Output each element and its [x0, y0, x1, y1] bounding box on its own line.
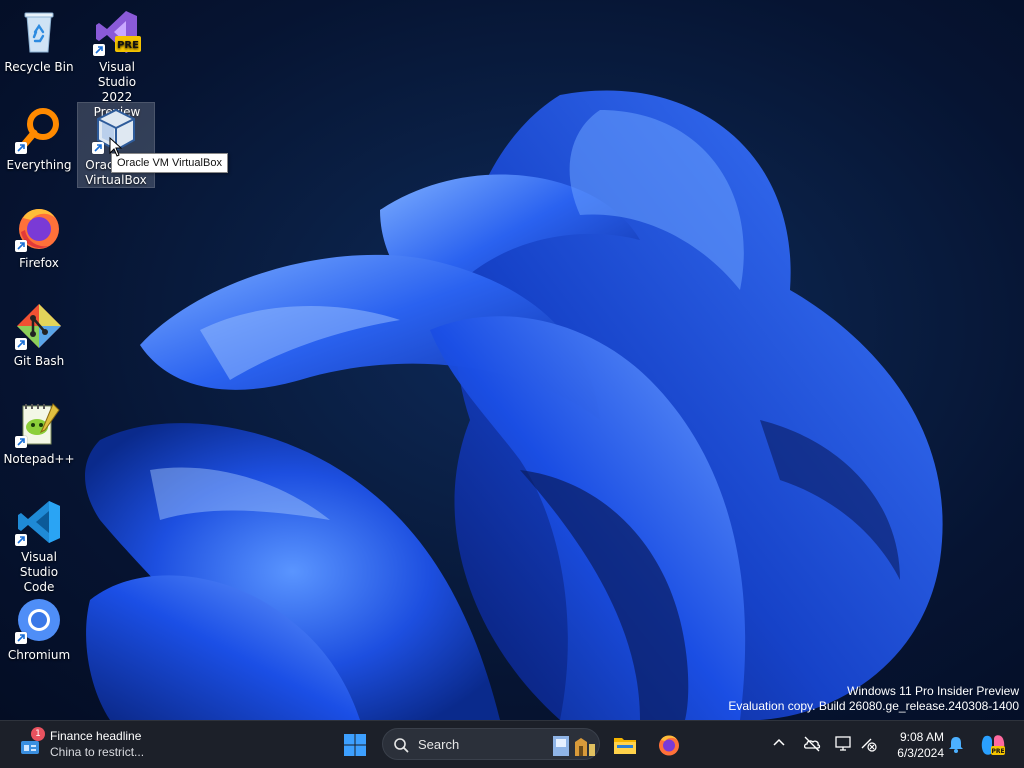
firefox-icon — [659, 735, 679, 756]
windows-watermark: Windows 11 Pro Insider Preview Evaluatio… — [728, 684, 1019, 714]
file-explorer-button[interactable] — [607, 727, 643, 763]
desktop-icon-label: Visual Studio — [97, 60, 137, 89]
tooltip: Oracle VM VirtualBox — [111, 153, 228, 173]
notification-bell-icon[interactable] — [948, 735, 964, 753]
shortcut-arrow-icon — [15, 142, 27, 154]
taskbar-search-box[interactable]: Search — [382, 728, 600, 760]
desktop-icon-label: Everything — [6, 158, 72, 172]
shortcut-arrow-icon — [15, 338, 27, 350]
desktop-icon-label-line2: Code — [23, 580, 55, 594]
desktop-icon-chromium[interactable]: Chromium — [1, 596, 77, 663]
shortcut-arrow-icon — [15, 240, 27, 252]
desktop-icon-vscode[interactable]: Visual Studio Code — [1, 498, 77, 595]
search-highlight-art-icon — [553, 736, 595, 756]
file-explorer-icon — [614, 738, 636, 754]
widgets-button[interactable]: 1 Finance headline China to restrict... — [14, 727, 164, 763]
start-button[interactable] — [337, 727, 373, 763]
desktop-icon-label: Recycle Bin — [4, 60, 74, 74]
taskbar-clock[interactable]: 9:08 AM 6/3/2024 — [884, 729, 944, 761]
clock-date: 6/3/2024 — [897, 746, 944, 760]
desktop[interactable]: Recycle Bin PRE Visual Studio 2022 Previ… — [0, 0, 1024, 720]
chromium-icon — [15, 596, 63, 644]
onedrive-icon[interactable] — [803, 735, 821, 753]
search-label: Search — [418, 737, 460, 752]
git-bash-icon — [15, 302, 63, 350]
desktop-icon-label: Chromium — [7, 648, 71, 662]
notepadpp-icon — [15, 400, 63, 448]
shortcut-arrow-icon — [92, 142, 104, 154]
vscode-icon — [15, 498, 63, 546]
copilot-icon[interactable]: PRE — [980, 733, 1006, 757]
shortcut-arrow-icon — [15, 534, 27, 546]
desktop-icon-firefox[interactable]: Firefox — [1, 204, 77, 271]
mouse-cursor-icon — [109, 137, 123, 157]
desktop-icon-everything[interactable]: Everything — [1, 106, 77, 173]
desktop-icon-notepadpp[interactable]: Notepad++ — [1, 400, 77, 467]
desktop-icon-label: Git Bash — [13, 354, 65, 368]
svg-text:PRE: PRE — [991, 748, 1004, 755]
start-icon — [344, 734, 366, 756]
visual-studio-icon: PRE — [93, 8, 141, 56]
notification-badge: 1 — [31, 727, 45, 741]
widget-subtext: China to restrict... — [50, 745, 145, 759]
widget-headline: Finance headline — [50, 729, 142, 743]
chevron-up-icon[interactable] — [772, 736, 786, 750]
desktop-icon-label: Firefox — [19, 256, 59, 270]
desktop-icon-label: Notepad++ — [3, 452, 75, 466]
desktop-icon-label-line2: VirtualBox — [85, 173, 147, 187]
firefox-icon — [15, 204, 63, 252]
desktop-icon-label: Visual Studio — [19, 550, 59, 579]
shortcut-arrow-icon — [93, 44, 105, 56]
taskbar: 1 Finance headline China to restrict... … — [0, 720, 1024, 768]
shortcut-arrow-icon — [15, 632, 27, 644]
display-icon[interactable] — [835, 735, 853, 753]
desktop-icon-recycle-bin[interactable]: Recycle Bin — [1, 8, 77, 75]
search-icon — [394, 738, 409, 753]
firefox-taskbar-button[interactable] — [651, 727, 687, 763]
watermark-line2: Evaluation copy. Build 26080.ge_release.… — [728, 699, 1019, 713]
clock-time: 9:08 AM — [899, 730, 944, 744]
watermark-line1: Windows 11 Pro Insider Preview — [847, 684, 1019, 698]
recycle-bin-icon — [15, 8, 63, 56]
svg-text:PRE: PRE — [117, 40, 139, 51]
network-icon[interactable] — [860, 735, 878, 753]
everything-search-icon — [15, 106, 63, 154]
shortcut-arrow-icon — [15, 436, 27, 448]
desktop-icon-git-bash[interactable]: Git Bash — [1, 302, 77, 369]
